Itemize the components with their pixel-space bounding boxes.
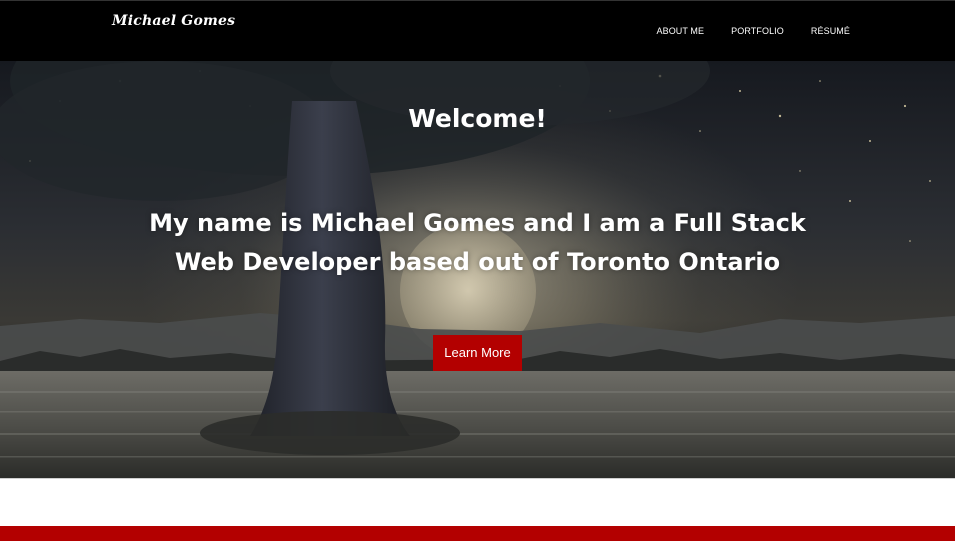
nav-link-portfolio[interactable]: PORTFOLIO [731, 26, 784, 36]
nav-link-resume[interactable]: RÉSUMÉ [811, 26, 850, 36]
section-divider [0, 478, 955, 479]
brand-logo[interactable]: Michael Gomes [112, 13, 235, 29]
nav-menu: ABOUT ME PORTFOLIO RÉSUMÉ [656, 26, 850, 36]
nav-link-about-me[interactable]: ABOUT ME [656, 26, 704, 36]
hero-title: Welcome! [408, 104, 547, 133]
learn-more-button[interactable]: Learn More [433, 335, 522, 371]
hero-section: Welcome! My name is Michael Gomes and I … [0, 61, 955, 479]
accent-bar [0, 526, 955, 541]
page: Michael Gomes ABOUT ME PORTFOLIO RÉSUMÉ [0, 0, 955, 541]
hero-subtitle: My name is Michael Gomes and I am a Full… [149, 209, 806, 276]
navbar: Michael Gomes ABOUT ME PORTFOLIO RÉSUMÉ [0, 0, 955, 61]
